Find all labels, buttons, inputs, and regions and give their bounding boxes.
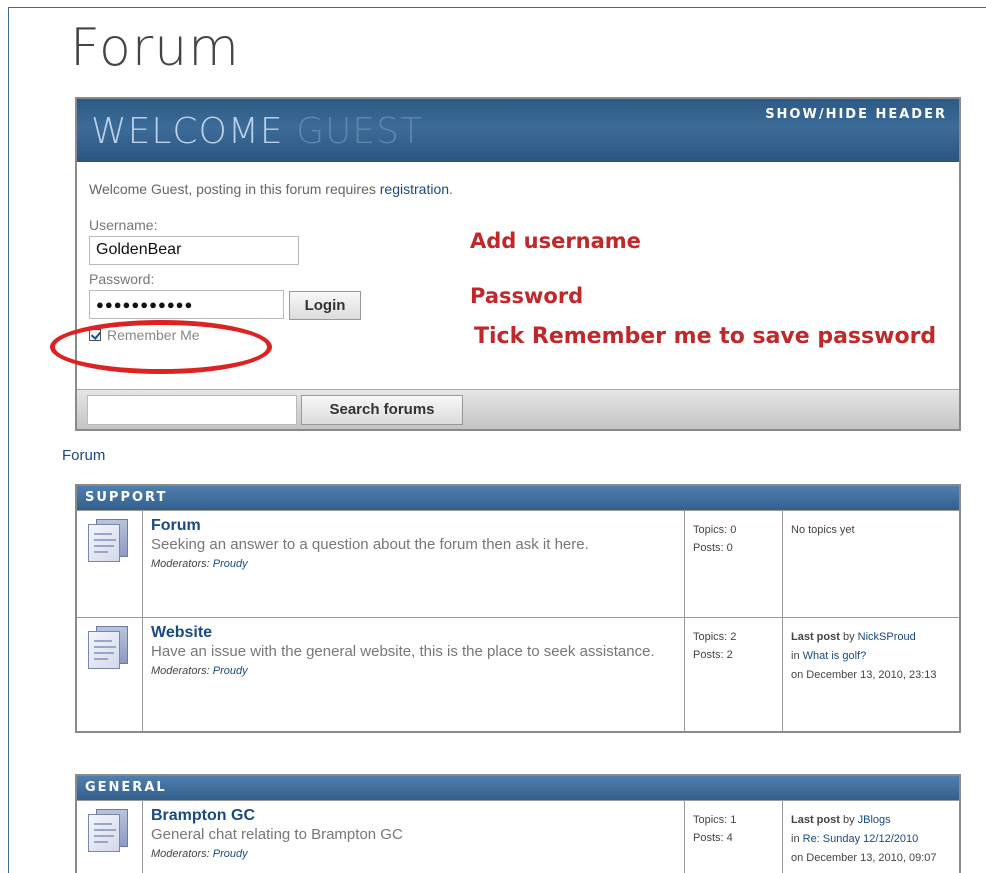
annotation-username: Add username (470, 229, 641, 253)
username-label: Username: (89, 217, 158, 233)
board-icon (86, 809, 130, 853)
welcome-intro: Welcome Guest, posting in this forum req… (89, 181, 453, 197)
annotation-remember: Tick Remember me to save password (474, 324, 937, 349)
breadcrumb[interactable]: Forum (62, 447, 105, 464)
moderator-link[interactable]: Proudy (213, 848, 248, 860)
last-post-by-label: by (842, 631, 855, 643)
board-stats: Topics: 1 Posts: 4 (685, 801, 783, 873)
last-post-date: on December 13, 2010, 23:13 (791, 669, 937, 681)
board-icon-cell (77, 618, 143, 731)
board-description: Have an issue with the general website, … (151, 643, 655, 660)
category-support: SUPPORT Forum Seeking an answer to a que… (75, 484, 961, 733)
board-icon (86, 519, 130, 563)
board-topics: Topics: 0 (693, 524, 737, 536)
annotation-password: Password (470, 284, 584, 308)
board-name-link[interactable]: Brampton GC (151, 807, 676, 825)
last-post-text: No topics yet (791, 524, 855, 536)
username-field[interactable]: GoldenBear (89, 236, 299, 265)
moderators-label: Moderators: (151, 665, 210, 677)
password-label: Password: (89, 271, 155, 287)
welcome-intro-text: Welcome Guest, posting in this forum req… (89, 181, 376, 197)
moderator-link[interactable]: Proudy (213, 558, 248, 570)
board-last-post: Last post by JBlogs in Re: Sunday 12/12/… (783, 801, 959, 873)
board-moderators: Moderators: Proudy (151, 558, 676, 570)
board-moderators: Moderators: Proudy (151, 665, 676, 677)
board-info: Website Have an issue with the general w… (143, 618, 685, 731)
board-name-link[interactable]: Website (151, 624, 676, 642)
welcome-title: WELCOME GUEST (91, 111, 423, 152)
last-post-label: Last post (791, 631, 840, 643)
board-icon-cell (77, 511, 143, 617)
welcome-panel: WELCOME GUEST SHOW/HIDE HEADER Welcome G… (75, 97, 961, 431)
board-stats: Topics: 2 Posts: 2 (685, 618, 783, 731)
board-description: General chat relating to Brampton GC (151, 826, 403, 843)
login-button[interactable]: Login (289, 291, 361, 320)
welcome-title-guest: GUEST (296, 111, 423, 152)
board-name-link[interactable]: Forum (151, 517, 676, 535)
last-post-date: on December 13, 2010, 09:07 (791, 852, 937, 864)
board-description: Seeking an answer to a question about th… (151, 536, 589, 553)
password-field[interactable]: ●●●●●●●●●●● (89, 290, 284, 319)
moderators-label: Moderators: (151, 558, 210, 570)
search-bar: Search forums (77, 389, 959, 429)
category-header: SUPPORT (77, 486, 959, 510)
last-post-by-label: by (842, 814, 855, 826)
last-post-in-label: in (791, 650, 800, 662)
search-input[interactable] (87, 395, 297, 425)
board-posts: Posts: 0 (693, 542, 733, 554)
show-hide-header-link[interactable]: SHOW/HIDE HEADER (765, 107, 947, 122)
moderator-link[interactable]: Proudy (213, 665, 248, 677)
search-forums-button[interactable]: Search forums (301, 395, 463, 425)
board-row: Website Have an issue with the general w… (77, 617, 959, 731)
board-last-post: Last post by NickSProud in What is golf?… (783, 618, 959, 731)
board-info: Brampton GC General chat relating to Bra… (143, 801, 685, 873)
board-row: Forum Seeking an answer to a question ab… (77, 510, 959, 617)
last-post-author-link[interactable]: NickSProud (858, 631, 916, 643)
board-topics: Topics: 2 (693, 631, 737, 643)
board-posts: Posts: 4 (693, 832, 733, 844)
board-last-post: No topics yet (783, 511, 959, 617)
board-icon-cell (77, 801, 143, 873)
last-post-topic-link[interactable]: Re: Sunday 12/12/2010 (803, 833, 919, 845)
last-post-label: Last post (791, 814, 840, 826)
page-title: Forum (70, 18, 240, 78)
board-posts: Posts: 2 (693, 649, 733, 661)
board-icon (86, 626, 130, 670)
highlight-circle (50, 320, 272, 374)
category-general: GENERAL Brampton GC General chat relatin… (75, 774, 961, 873)
moderators-label: Moderators: (151, 848, 210, 860)
last-post-topic-link[interactable]: What is golf? (803, 650, 867, 662)
welcome-title-word: WELCOME (91, 111, 284, 152)
board-moderators: Moderators: Proudy (151, 848, 676, 860)
registration-link[interactable]: registration (380, 181, 449, 197)
board-info: Forum Seeking an answer to a question ab… (143, 511, 685, 617)
board-stats: Topics: 0 Posts: 0 (685, 511, 783, 617)
welcome-intro-end: . (449, 181, 453, 197)
board-row: Brampton GC General chat relating to Bra… (77, 800, 959, 873)
welcome-header: WELCOME GUEST SHOW/HIDE HEADER (77, 99, 959, 162)
board-topics: Topics: 1 (693, 814, 737, 826)
last-post-in-label: in (791, 833, 800, 845)
category-header: GENERAL (77, 776, 959, 800)
last-post-author-link[interactable]: JBlogs (858, 814, 891, 826)
